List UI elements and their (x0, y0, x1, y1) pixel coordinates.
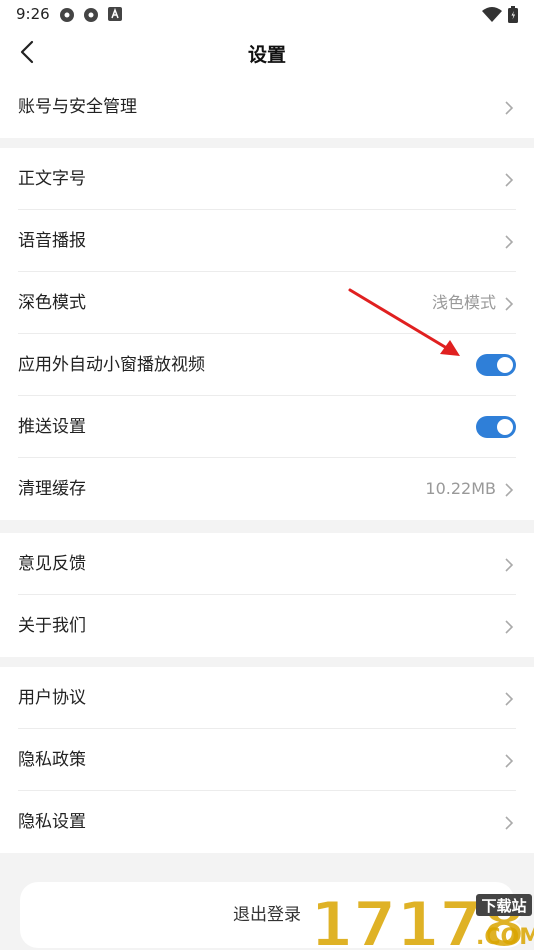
chevron-right-icon (505, 483, 514, 497)
row-label: 隐私设置 (18, 812, 86, 832)
settings-row-feedback[interactable]: 意见反馈 (18, 533, 516, 595)
gear-icon (60, 8, 74, 22)
row-label: 清理缓存 (18, 479, 86, 499)
wifi-icon (482, 7, 502, 22)
chevron-right-icon (505, 620, 514, 634)
row-label: 推送设置 (18, 417, 86, 437)
toggle-knob (497, 419, 513, 435)
chevron-right-icon (505, 101, 514, 115)
settings-row-voice-broadcast[interactable]: 语音播报 (18, 210, 516, 272)
settings-row-push: 推送设置 (18, 396, 516, 458)
row-label: 关于我们 (18, 616, 86, 636)
push-toggle[interactable] (476, 416, 516, 438)
row-label: 语音播报 (18, 231, 86, 251)
row-label: 用户协议 (18, 688, 86, 708)
section-privacy: 用户协议 隐私政策 隐私设置 (0, 667, 534, 853)
row-label: 账号与安全管理 (18, 97, 137, 117)
svg-text:下载站: 下载站 (481, 897, 526, 915)
settings-row-privacy-settings[interactable]: 隐私设置 (18, 791, 516, 853)
row-label: 意见反馈 (18, 554, 86, 574)
header: 设置 (0, 28, 534, 76)
chevron-right-icon (505, 235, 514, 249)
battery-icon (508, 6, 518, 23)
row-label: 深色模式 (18, 293, 86, 313)
page-title: 设置 (247, 44, 286, 66)
chevron-right-icon (505, 173, 514, 187)
settings-row-privacy-policy[interactable]: 隐私政策 (18, 729, 516, 791)
section-account: 账号与安全管理 (0, 76, 534, 138)
settings-row-account-security[interactable]: 账号与安全管理 (18, 76, 516, 138)
settings-row-clear-cache[interactable]: 清理缓存 10.22MB (18, 458, 516, 520)
row-label: 正文字号 (18, 169, 86, 189)
annotation-arrow-icon (348, 288, 460, 356)
svg-text:.COM: .COM (476, 925, 534, 950)
gear-icon (84, 8, 98, 22)
row-label: 隐私政策 (18, 750, 86, 770)
row-value: 10.22MB (425, 479, 496, 498)
status-bar: 9:26 (0, 0, 534, 28)
settings-row-font-size[interactable]: 正文字号 (18, 148, 516, 210)
chevron-right-icon (505, 816, 514, 830)
settings-row-about[interactable]: 关于我们 (18, 595, 516, 657)
toggle-knob (497, 357, 513, 373)
row-label: 应用外自动小窗播放视频 (18, 355, 205, 375)
chevron-right-icon (505, 754, 514, 768)
settings-row-user-agreement[interactable]: 用户协议 (18, 667, 516, 729)
watermark-logo: 17178 下载站 .COM (310, 888, 534, 950)
text-a-icon (108, 7, 122, 21)
chevron-right-icon (505, 558, 514, 572)
chevron-right-icon (505, 297, 514, 311)
pip-video-toggle[interactable] (476, 354, 516, 376)
section-support: 意见反馈 关于我们 (0, 533, 534, 657)
chevron-right-icon (505, 692, 514, 706)
status-time: 9:26 (16, 5, 50, 23)
